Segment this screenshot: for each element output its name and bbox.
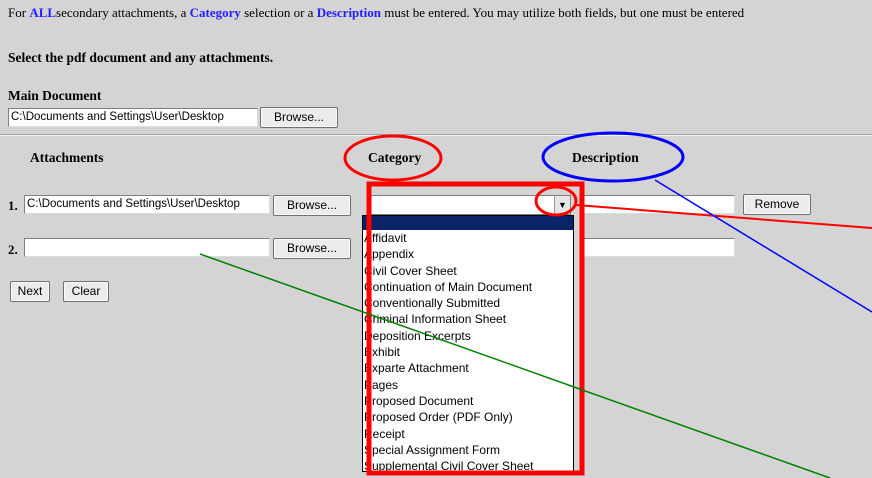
category-option[interactable]: Exhibit (363, 344, 573, 360)
attachment-2-file-input[interactable] (24, 238, 270, 257)
main-document-label: Main Document (8, 88, 102, 103)
category-option[interactable]: Exparte Attachment (363, 360, 573, 376)
notice-suffix: must be entered. You may utilize both fi… (380, 5, 745, 20)
attachment-2-browse-button[interactable]: Browse... (273, 238, 351, 259)
notice-mid1: secondary attachments, a (56, 5, 190, 20)
category-option[interactable]: Continuation of Main Document (363, 279, 573, 295)
next-button[interactable]: Next (10, 281, 50, 302)
attachment-1-file-input[interactable]: C:\Documents and Settings\User\Desktop (24, 195, 270, 214)
category-option[interactable]: Affidavit (363, 230, 573, 246)
instructions-text: For ALLsecondary attachments, a Category… (8, 5, 744, 21)
category-option[interactable]: Receipt (363, 426, 573, 442)
page-heading: Select the pdf document and any attachme… (8, 50, 274, 65)
notice-prefix: For (8, 5, 30, 20)
divider (0, 134, 872, 136)
attachment-1-browse-button[interactable]: Browse... (273, 195, 351, 216)
main-document-browse-button[interactable]: Browse... (260, 107, 338, 128)
category-option[interactable]: Appendix (363, 246, 573, 262)
notice-description: Description (316, 5, 381, 20)
category-option[interactable]: Conventionally Submitted (363, 295, 573, 311)
category-option[interactable]: Proposed Document (363, 393, 573, 409)
category-option[interactable]: Proposed Order (PDF Only) (363, 409, 573, 425)
attachment-1-description-input[interactable] (580, 195, 735, 214)
category-option[interactable]: Special Assignment Form (363, 442, 573, 458)
notice-all: ALL (29, 5, 57, 20)
category-option[interactable]: Supplemental Civil Cover Sheet (363, 458, 573, 471)
chevron-down-icon[interactable]: ▼ (554, 196, 570, 214)
category-option[interactable]: Civil Cover Sheet (363, 263, 573, 279)
clear-button[interactable]: Clear (63, 281, 109, 302)
category-dropdown-list[interactable]: Affidavit Appendix Civil Cover Sheet Contin… (362, 215, 574, 472)
category-option[interactable]: Criminal Information Sheet (363, 311, 573, 327)
attachment-number: 1. (8, 198, 18, 213)
category-option[interactable]: Pages (363, 377, 573, 393)
description-column-header: Description (572, 150, 639, 165)
dropdown-highlighted-blank-option[interactable] (363, 216, 573, 230)
attachment-1-remove-button[interactable]: Remove (743, 194, 811, 215)
attachment-1-category-select[interactable]: ▼ (368, 195, 571, 215)
attachment-2-description-input[interactable] (580, 238, 735, 257)
category-column-header: Category (368, 150, 422, 165)
attachments-column-header: Attachments (30, 150, 104, 165)
main-document-file-input[interactable]: C:\Documents and Settings\User\Desktop (8, 108, 258, 127)
category-option[interactable]: Deposition Excerpts (363, 328, 573, 344)
notice-category: Category (189, 5, 241, 20)
notice-mid2: selection or a (240, 5, 317, 20)
attachment-number: 2. (8, 242, 18, 257)
